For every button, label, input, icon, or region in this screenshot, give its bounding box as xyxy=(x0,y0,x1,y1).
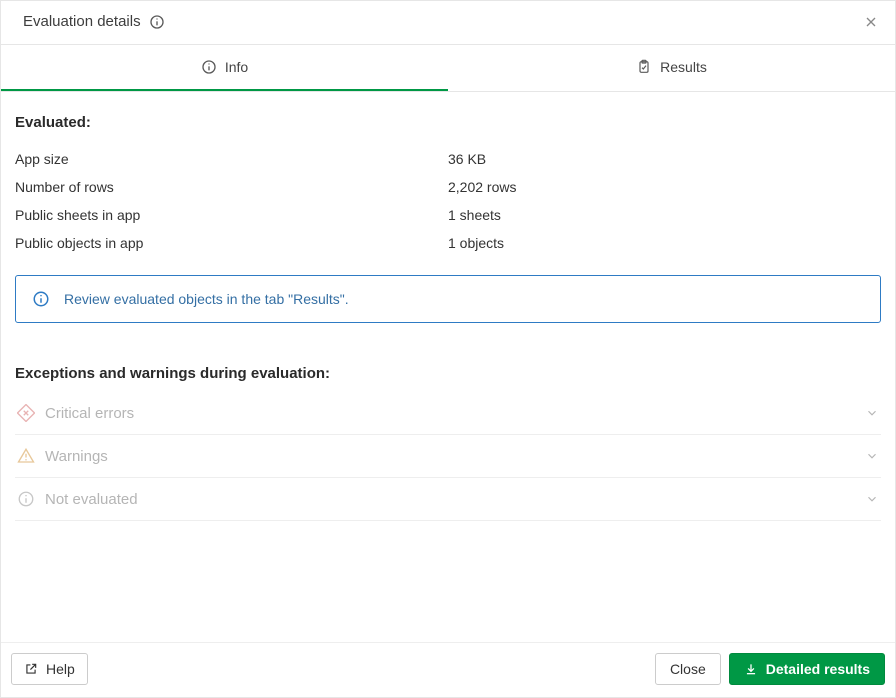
row-label: Public objects in app xyxy=(15,235,448,251)
tab-results-label: Results xyxy=(660,59,707,75)
clipboard-check-icon xyxy=(636,59,652,75)
detailed-results-button[interactable]: Detailed results xyxy=(729,653,885,685)
detailed-results-label: Detailed results xyxy=(766,661,870,677)
help-label: Help xyxy=(46,661,75,677)
help-button[interactable]: Help xyxy=(11,653,88,685)
table-row: Public sheets in app 1 sheets xyxy=(15,201,881,229)
row-value: 1 objects xyxy=(448,235,881,251)
chevron-down-icon xyxy=(865,406,879,420)
accordion-label: Critical errors xyxy=(45,405,134,422)
modal-body: Evaluated: App size 36 KB Number of rows… xyxy=(1,92,895,642)
accordion-item-warnings[interactable]: Warnings xyxy=(15,435,881,478)
info-icon xyxy=(32,290,50,308)
row-value: 2,202 rows xyxy=(448,179,881,195)
exceptions-heading: Exceptions and warnings during evaluatio… xyxy=(15,365,881,382)
modal-header: Evaluation details xyxy=(1,1,895,45)
evaluation-details-modal: Evaluation details Info xyxy=(0,0,896,698)
exceptions-accordion: Critical errors Warnings xyxy=(15,392,881,521)
accordion-item-critical-errors[interactable]: Critical errors xyxy=(15,392,881,435)
alert-text: Review evaluated objects in the tab "Res… xyxy=(64,291,349,307)
external-link-icon xyxy=(24,662,38,676)
close-label: Close xyxy=(670,661,706,677)
accordion-label: Not evaluated xyxy=(45,491,138,508)
tab-info-label: Info xyxy=(225,59,248,75)
chevron-down-icon xyxy=(865,492,879,506)
accordion-item-not-evaluated[interactable]: Not evaluated xyxy=(15,478,881,521)
info-icon[interactable] xyxy=(149,14,165,30)
info-outline-icon xyxy=(17,490,35,508)
tab-info[interactable]: Info xyxy=(1,45,448,91)
row-label: Number of rows xyxy=(15,179,448,195)
evaluated-heading: Evaluated: xyxy=(15,114,881,131)
row-value: 1 sheets xyxy=(448,207,881,223)
modal-footer: Help Close Detailed results xyxy=(1,642,895,697)
row-value: 36 KB xyxy=(448,151,881,167)
evaluated-table: App size 36 KB Number of rows 2,202 rows… xyxy=(15,145,881,257)
info-circle-icon xyxy=(201,59,217,75)
tabs: Info Results xyxy=(1,45,895,92)
download-icon xyxy=(744,662,758,676)
table-row: Number of rows 2,202 rows xyxy=(15,173,881,201)
critical-error-icon xyxy=(17,404,35,422)
chevron-down-icon xyxy=(865,449,879,463)
accordion-label: Warnings xyxy=(45,448,108,465)
warning-icon xyxy=(17,447,35,465)
row-label: App size xyxy=(15,151,448,167)
info-alert: Review evaluated objects in the tab "Res… xyxy=(15,275,881,323)
table-row: Public objects in app 1 objects xyxy=(15,229,881,257)
table-row: App size 36 KB xyxy=(15,145,881,173)
row-label: Public sheets in app xyxy=(15,207,448,223)
modal-title: Evaluation details xyxy=(23,13,141,30)
tab-results[interactable]: Results xyxy=(448,45,895,91)
close-button[interactable]: Close xyxy=(655,653,721,685)
close-icon[interactable] xyxy=(863,14,879,30)
